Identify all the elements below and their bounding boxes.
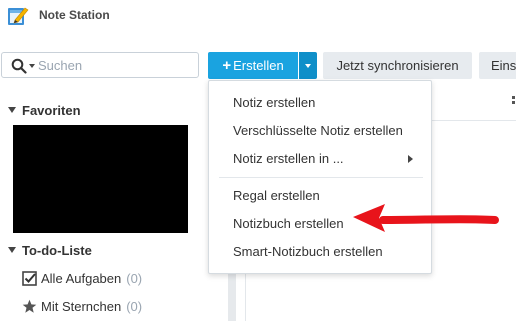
todo-label: To-do-Liste: [22, 243, 92, 258]
chevron-right-icon: [408, 155, 413, 163]
red-arrow-annotation-icon: [353, 204, 499, 232]
search-input[interactable]: [38, 56, 188, 74]
favorites-label: Favoriten: [22, 103, 81, 118]
create-button-label: Erstellen: [233, 58, 284, 73]
create-button[interactable]: + Erstellen: [208, 52, 298, 79]
todo-item-label: Mit Sternchen: [41, 299, 122, 314]
create-dropdown-toggle[interactable]: [299, 52, 317, 79]
sync-now-button[interactable]: Jetzt synchronisieren: [323, 52, 472, 79]
settings-button[interactable]: Einst: [479, 52, 516, 79]
favorite-thumbnail[interactable]: [13, 125, 188, 233]
create-menu: Notiz erstellen Verschlüsselte Notiz ers…: [208, 80, 432, 274]
menu-item-create-note-in[interactable]: Notiz erstellen in ...: [209, 147, 431, 171]
todo-item-starred[interactable]: Mit Sternchen (0): [22, 299, 142, 314]
title-bar: Note Station: [0, 0, 516, 33]
todo-item-count: (0): [126, 299, 143, 314]
search-box[interactable]: [1, 52, 199, 78]
menu-item-create-smart-notebook[interactable]: Smart-Notizbuch erstellen: [209, 240, 431, 264]
menu-item-create-encrypted-note[interactable]: Verschlüsselte Notiz erstellen: [209, 119, 431, 143]
favorites-header[interactable]: Favoriten: [8, 103, 81, 118]
menu-item-label: Notiz erstellen in ...: [233, 151, 344, 166]
collapse-triangle-icon: [8, 106, 16, 113]
app-title: Note Station: [39, 8, 110, 22]
menu-item-create-note[interactable]: Notiz erstellen: [209, 91, 431, 115]
plus-icon: +: [222, 57, 232, 74]
menu-separator: [219, 177, 423, 178]
todo-item-all-tasks[interactable]: Alle Aufgaben (0): [22, 271, 142, 286]
search-icon[interactable]: [11, 58, 27, 74]
sidebar-scrollbar[interactable]: [228, 266, 236, 321]
todo-header[interactable]: To-do-Liste: [8, 243, 92, 258]
search-options-caret-icon[interactable]: [29, 64, 35, 68]
todo-item-count: (0): [126, 271, 143, 286]
star-icon: [22, 299, 37, 313]
checkbox-icon: [22, 271, 37, 286]
note-station-app-icon: [8, 7, 29, 25]
collapse-triangle-icon: [8, 246, 16, 253]
chevron-down-icon: [305, 64, 311, 68]
grid-view-icon[interactable]: [510, 96, 516, 106]
todo-item-label: Alle Aufgaben: [41, 271, 122, 286]
